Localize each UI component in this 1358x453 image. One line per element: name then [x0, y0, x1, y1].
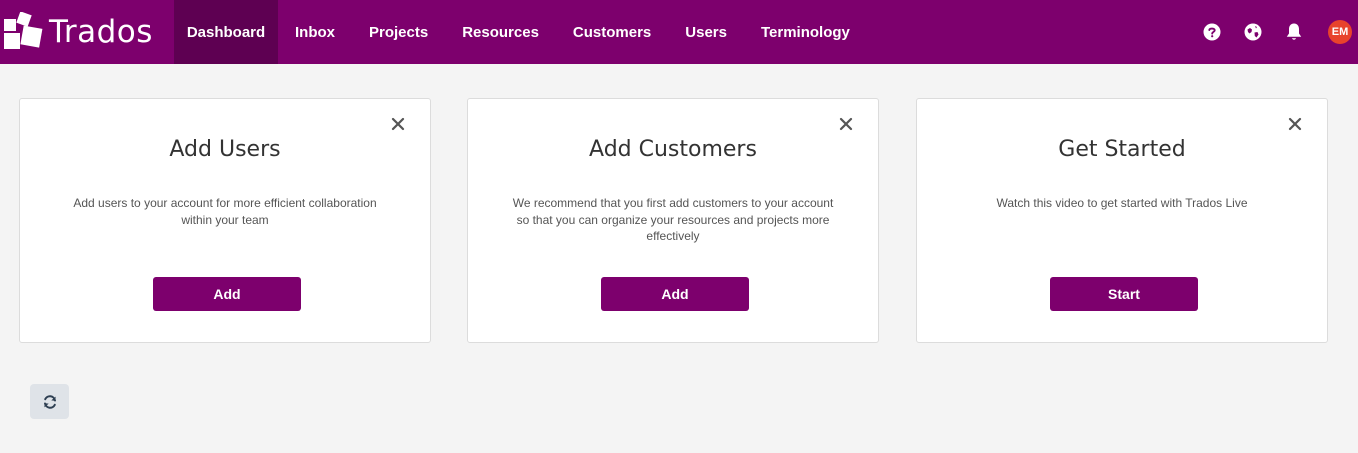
nav-users[interactable]: Users [668, 0, 744, 64]
top-navigation-bar: Trados Dashboard Inbox Projects Resource… [0, 0, 1358, 64]
card-title: Add Customers [589, 137, 757, 162]
card-add-users: Add Users Add users to your account for … [19, 98, 431, 343]
bell-icon[interactable] [1282, 20, 1306, 44]
brand-logo[interactable]: Trados [0, 0, 174, 64]
close-icon[interactable] [390, 116, 406, 132]
help-icon[interactable] [1200, 20, 1224, 44]
add-customers-button[interactable]: Add [601, 277, 749, 311]
card-title: Get Started [1058, 137, 1186, 162]
nav-projects[interactable]: Projects [352, 0, 445, 64]
refresh-button[interactable] [30, 384, 69, 419]
nav-resources[interactable]: Resources [445, 0, 556, 64]
trados-logo-icon [4, 12, 43, 49]
main-nav: Dashboard Inbox Projects Resources Custo… [174, 0, 867, 64]
app-name: Trados [49, 14, 153, 50]
close-icon[interactable] [1287, 116, 1303, 132]
card-description: Add users to your account for more effic… [73, 196, 377, 227]
nav-inbox[interactable]: Inbox [278, 0, 352, 64]
nav-customers[interactable]: Customers [556, 0, 668, 64]
globe-icon[interactable] [1241, 20, 1265, 44]
nav-terminology[interactable]: Terminology [744, 0, 867, 64]
card-get-started: Get Started Watch this video to get star… [916, 98, 1328, 343]
close-icon[interactable] [838, 116, 854, 132]
card-add-customers: Add Customers We recommend that you firs… [467, 98, 879, 343]
card-title: Add Users [169, 137, 281, 162]
nav-dashboard[interactable]: Dashboard [174, 0, 278, 64]
user-avatar[interactable]: EM [1328, 20, 1352, 44]
card-description: Watch this video to get started with Tra… [996, 196, 1248, 210]
add-users-button[interactable]: Add [153, 277, 301, 311]
refresh-icon [43, 394, 56, 409]
nav-utilities: EM [1200, 0, 1358, 64]
start-button[interactable]: Start [1050, 277, 1198, 311]
card-description: We recommend that you first add customer… [512, 196, 834, 243]
